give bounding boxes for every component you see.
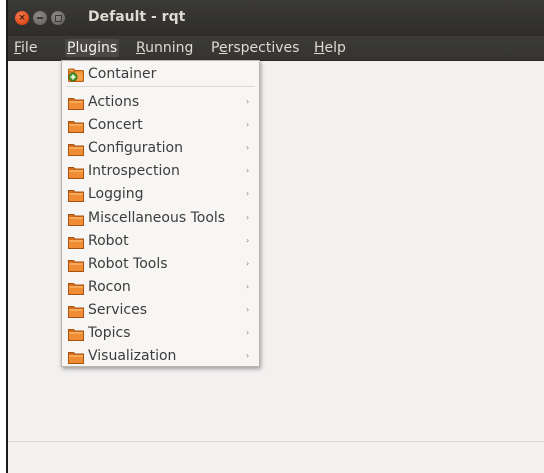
menu-perspectives-rest: rspectives	[227, 40, 300, 56]
menu-item-label: Services	[88, 301, 148, 318]
menu-item-miscellaneous-tools[interactable]: Miscellaneous Tools ›	[62, 207, 259, 229]
menu-item-container[interactable]: Container	[62, 63, 259, 85]
menu-item-concert[interactable]: Concert ›	[62, 114, 259, 136]
maximize-window-button[interactable]	[51, 11, 65, 25]
folder-icon	[68, 164, 84, 180]
submenu-arrow-icon: ›	[246, 143, 250, 153]
menu-item-robot-tools[interactable]: Robot Tools ›	[62, 253, 259, 275]
menu-item-actions[interactable]: Actions ›	[62, 91, 259, 113]
menu-help[interactable]: Help	[312, 39, 348, 57]
minimize-window-button[interactable]	[33, 11, 47, 25]
submenu-arrow-icon: ›	[246, 328, 250, 337]
submenu-arrow-icon: ›	[246, 304, 250, 314]
menu-running[interactable]: Running	[134, 39, 195, 57]
menu-item-label: Concert	[88, 117, 143, 134]
folder-icon	[68, 187, 84, 203]
menu-item-visualization[interactable]: Visualization ›	[62, 345, 259, 367]
menu-item-services[interactable]: Services ›	[62, 299, 259, 321]
menu-item-label: Actions	[88, 94, 140, 110]
folder-icon	[68, 326, 84, 341]
menu-item-label: Container	[88, 66, 157, 82]
menu-item-robot[interactable]: Robot ›	[62, 230, 259, 252]
menu-item-label: Topics	[88, 325, 131, 341]
submenu-arrow-icon: ›	[246, 189, 250, 199]
menu-item-label: Logging	[88, 186, 144, 203]
menu-running-mnemonic: R	[136, 40, 146, 56]
menu-file[interactable]: File	[12, 39, 39, 57]
container-add-icon	[68, 67, 84, 82]
menu-item-label: Configuration	[88, 140, 183, 157]
menu-item-label: Miscellaneous Tools	[88, 209, 226, 226]
menu-item-topics[interactable]: Topics ›	[62, 322, 259, 344]
menu-perspectives-pre: P	[211, 40, 219, 56]
menu-running-rest: unning	[145, 40, 194, 56]
folder-icon	[68, 95, 84, 110]
menu-plugins[interactable]: Plugins	[65, 39, 120, 57]
menu-help-rest: elp	[324, 40, 346, 56]
folder-icon	[68, 118, 84, 134]
menu-separator	[66, 86, 255, 87]
folder-icon	[68, 211, 84, 226]
folder-icon	[68, 141, 84, 157]
menu-perspectives-mnemonic: e	[218, 40, 228, 56]
screen: × Default - rqt File Plugins Running Per…	[0, 0, 544, 473]
submenu-arrow-icon: ›	[246, 258, 250, 268]
menu-item-label: Rocon	[88, 278, 131, 295]
folder-icon	[68, 349, 84, 365]
title-bar[interactable]: × Default - rqt	[8, 0, 544, 36]
submenu-arrow-icon: ›	[246, 97, 250, 106]
folder-icon	[68, 234, 84, 249]
submenu-arrow-icon: ›	[246, 120, 250, 130]
menu-perspectives[interactable]: Perspectives	[209, 39, 301, 57]
menu-file-mnemonic: F	[14, 40, 22, 56]
plugins-dropdown-menu: Container Actions › Concert › Configuration ›…	[61, 60, 260, 367]
status-bar-divider	[8, 441, 544, 442]
folder-icon	[68, 257, 84, 272]
menu-help-mnemonic: H	[314, 40, 325, 56]
menu-item-label: Introspection	[88, 163, 180, 180]
close-window-button[interactable]: ×	[15, 11, 29, 25]
menu-file-rest: ile	[21, 40, 38, 56]
menu-item-configuration[interactable]: Configuration ›	[62, 137, 259, 159]
menu-bar: File Plugins Running Perspectives Help	[8, 36, 544, 61]
submenu-arrow-icon: ›	[246, 235, 250, 245]
submenu-arrow-icon: ›	[246, 166, 250, 176]
menu-item-introspection[interactable]: Introspection ›	[62, 160, 259, 182]
window-title: Default - rqt	[88, 9, 186, 25]
menu-item-logging[interactable]: Logging ›	[62, 183, 259, 205]
folder-icon	[68, 280, 84, 295]
submenu-arrow-icon: ›	[246, 212, 250, 222]
menu-item-label: Robot Tools	[88, 255, 168, 272]
menu-item-rocon[interactable]: Rocon ›	[62, 276, 259, 298]
menu-item-label: Visualization	[88, 348, 177, 365]
submenu-arrow-icon: ›	[246, 351, 250, 361]
menu-plugins-rest: lugins	[75, 40, 118, 56]
menu-item-label: Robot	[88, 232, 129, 249]
submenu-arrow-icon: ›	[246, 281, 250, 291]
folder-icon	[68, 303, 84, 318]
